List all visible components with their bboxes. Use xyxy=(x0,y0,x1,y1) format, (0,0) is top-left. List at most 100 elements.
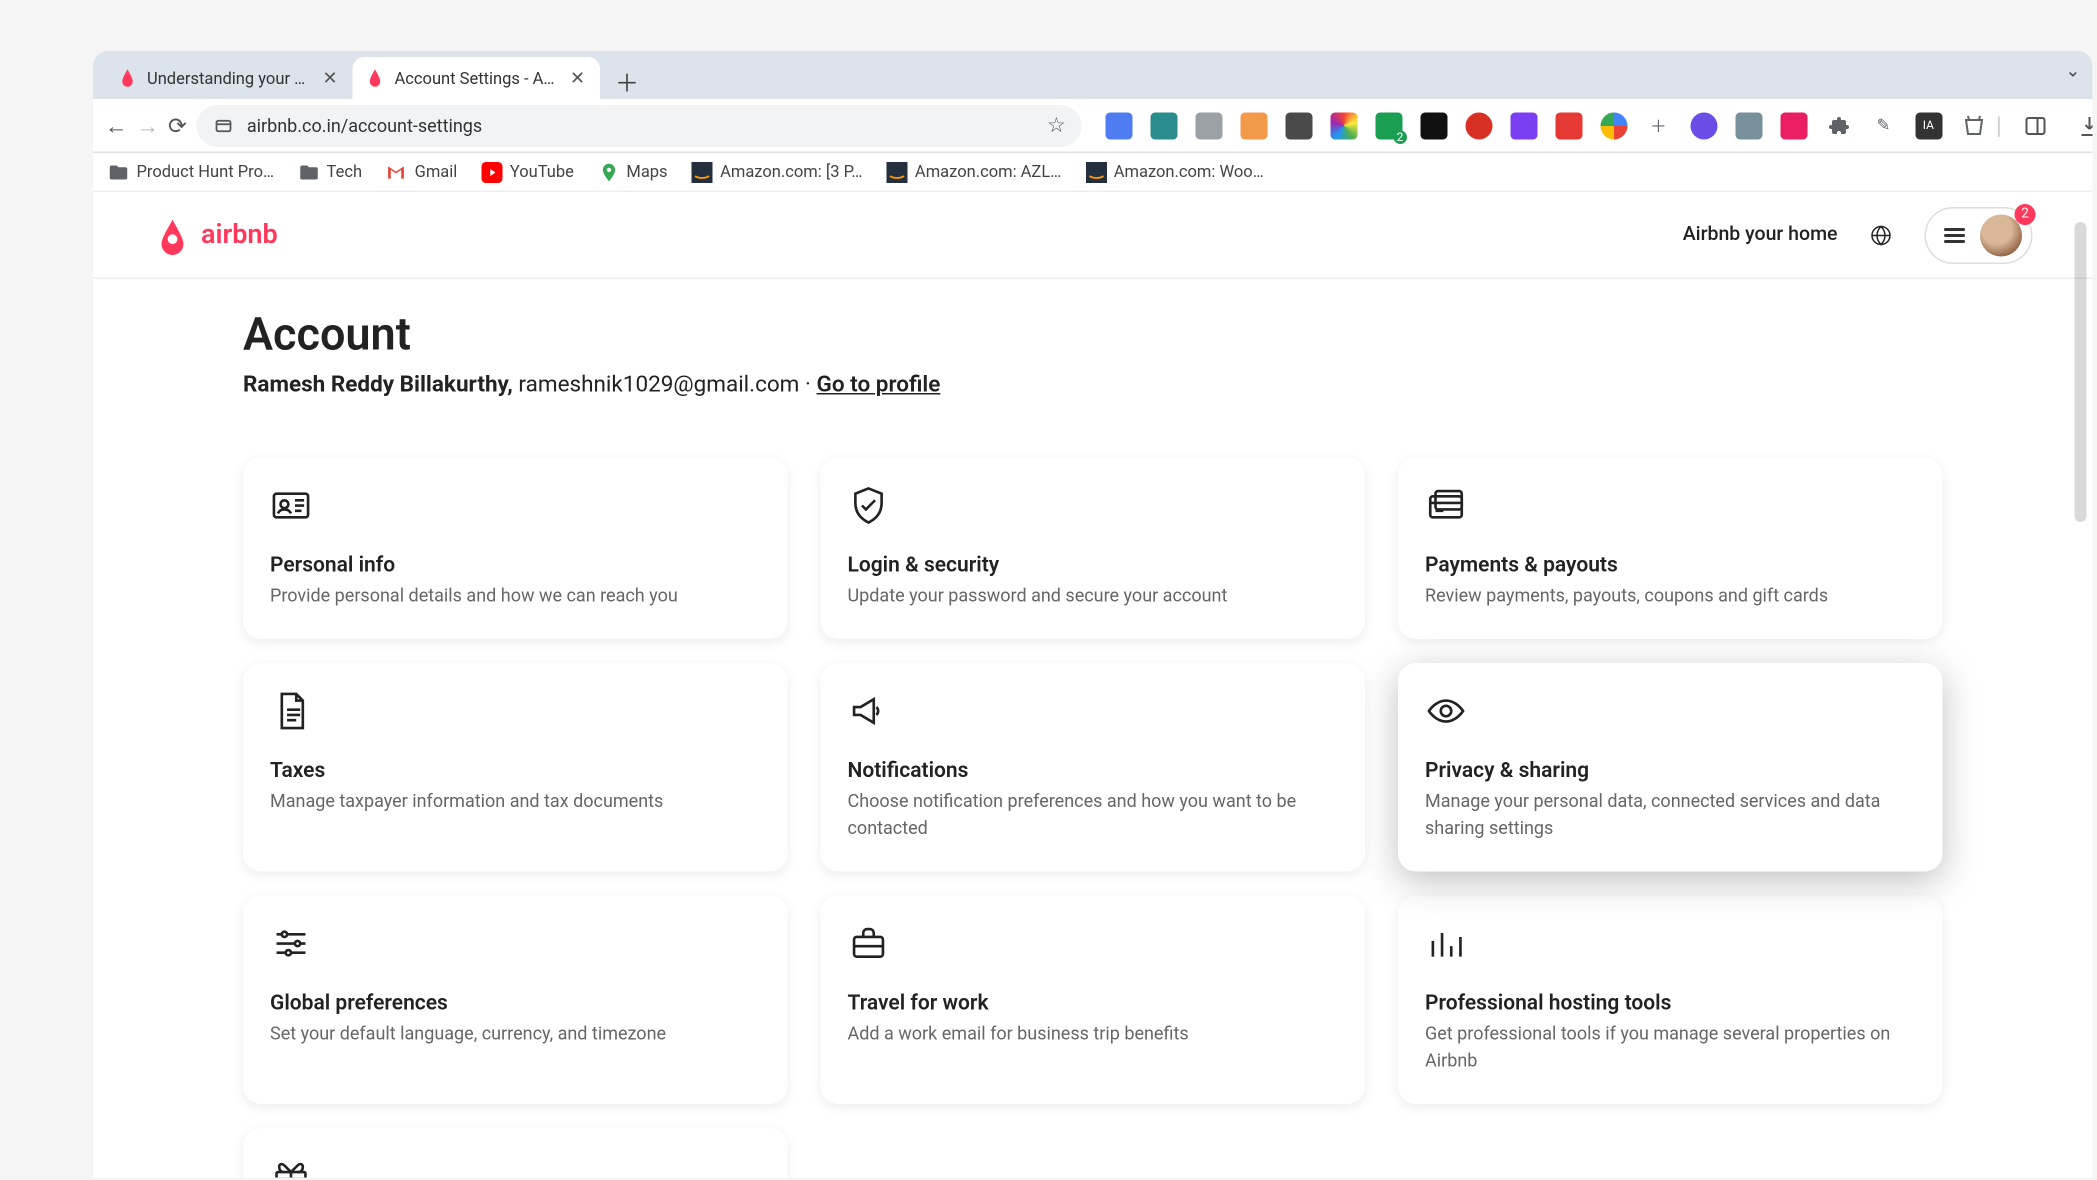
bookmark-folder[interactable]: Product Hunt Pro… xyxy=(108,161,274,182)
close-icon[interactable]: ✕ xyxy=(567,68,588,89)
extension-icon[interactable] xyxy=(1330,112,1357,139)
tab-account-settings[interactable]: Account Settings - Airbnb ✕ xyxy=(353,57,601,99)
bookmark-youtube[interactable]: YouTube xyxy=(481,161,574,182)
browser-toolbar: ← → ⟳ airbnb.co.in/account-settings ☆ xyxy=(93,99,2093,153)
extension-icon[interactable] xyxy=(1600,112,1627,139)
globe-icon[interactable] xyxy=(1859,212,1904,257)
reload-button[interactable]: ⟳ xyxy=(168,106,187,145)
host-home-link[interactable]: Airbnb your home xyxy=(1683,224,1838,247)
extension-icon[interactable] xyxy=(1150,112,1177,139)
shield-icon xyxy=(848,485,890,527)
bookmark-label: Amazon.com: Woo… xyxy=(1114,162,1264,182)
bookmark-amazon[interactable]: Amazon.com: [3 P… xyxy=(692,161,863,182)
extension-icon[interactable] xyxy=(1555,112,1582,139)
youtube-icon xyxy=(481,161,502,182)
card-desc: Add a work email for business trip benef… xyxy=(848,1022,1339,1048)
extension-icon[interactable]: IA xyxy=(1915,112,1942,139)
amazon-icon xyxy=(692,161,713,182)
bookmark-gmail[interactable]: Gmail xyxy=(386,161,457,182)
briefcase-icon xyxy=(848,923,890,965)
site-header: airbnb Airbnb your home 2 xyxy=(93,192,2093,279)
browser-window: Understanding your personal ✕ Account Se… xyxy=(93,51,2093,1178)
card-desc: Set your default language, currency, and… xyxy=(270,1022,761,1048)
card-title: Global preferences xyxy=(270,992,761,1016)
notification-badge: 2 xyxy=(2015,203,2036,224)
card-desc: Get professional tools if you manage sev… xyxy=(1425,1022,1916,1074)
back-button[interactable]: ← xyxy=(105,106,128,145)
card-global-preferences[interactable]: Global preferences Set your default lang… xyxy=(243,896,788,1104)
site-info-icon[interactable] xyxy=(211,113,235,137)
tab-understanding-personal[interactable]: Understanding your personal ✕ xyxy=(105,57,353,99)
bookmark-maps[interactable]: Maps xyxy=(598,161,668,182)
brand-text: airbnb xyxy=(201,219,278,251)
document-icon xyxy=(270,691,312,733)
scrollbar-thumb[interactable] xyxy=(2075,222,2087,522)
card-privacy-sharing[interactable]: Privacy & sharing Manage your personal d… xyxy=(1398,664,1943,872)
card-professional-hosting-tools[interactable]: Professional hosting tools Get professio… xyxy=(1398,896,1943,1104)
settings-cards-grid: Personal info Provide personal details a… xyxy=(243,458,1943,1178)
extension-icon[interactable]: ✎ xyxy=(1870,112,1897,139)
url-text: airbnb.co.in/account-settings xyxy=(247,115,1035,136)
card-title: Payments & payouts xyxy=(1425,554,1916,578)
extension-icon[interactable] xyxy=(1240,112,1267,139)
tab-title: Account Settings - Airbnb xyxy=(395,68,559,88)
card-title: Notifications xyxy=(848,760,1339,784)
address-bar[interactable]: airbnb.co.in/account-settings ☆ xyxy=(196,104,1081,146)
extension-icon[interactable] xyxy=(1105,112,1132,139)
extension-icon[interactable] xyxy=(1780,112,1807,139)
extension-icon[interactable] xyxy=(1510,112,1537,139)
downloads-icon[interactable] xyxy=(2071,106,2093,145)
extension-icon[interactable] xyxy=(1690,112,1717,139)
card-desc: Update your password and secure your acc… xyxy=(848,584,1339,610)
new-tab-button[interactable]: ＋ xyxy=(609,63,645,99)
bookmark-amazon[interactable]: Amazon.com: Woo… xyxy=(1085,161,1264,182)
airbnb-favicon xyxy=(117,68,138,89)
go-to-profile-link[interactable]: Go to profile xyxy=(817,371,941,398)
extension-icon[interactable] xyxy=(1195,112,1222,139)
extension-icon[interactable] xyxy=(1420,112,1447,139)
tabs-dropdown-icon[interactable]: ⌄ xyxy=(2065,60,2080,81)
extensions-puzzle-icon[interactable] xyxy=(1825,112,1852,139)
extension-icon[interactable] xyxy=(1960,112,1987,139)
extension-icon[interactable]: ＋ xyxy=(1645,112,1672,139)
extension-icon[interactable] xyxy=(1285,112,1312,139)
card-desc: Choose notification preferences and how … xyxy=(848,790,1339,842)
bookmark-label: Gmail xyxy=(415,162,458,182)
bookmark-label: YouTube xyxy=(510,162,574,182)
page-scrollbar[interactable] xyxy=(2075,192,2090,1178)
card-desc: Manage taxpayer information and tax docu… xyxy=(270,790,761,816)
card-title: Professional hosting tools xyxy=(1425,992,1916,1016)
card-travel-for-work[interactable]: Travel for work Add a work email for bus… xyxy=(821,896,1366,1104)
maps-icon xyxy=(598,161,619,182)
extension-icon[interactable] xyxy=(1735,112,1762,139)
megaphone-icon xyxy=(848,691,890,733)
card-title: Login & security xyxy=(848,554,1339,578)
sliders-icon xyxy=(270,923,312,965)
card-login-security[interactable]: Login & security Update your password an… xyxy=(821,458,1366,640)
forward-button[interactable]: → xyxy=(137,106,160,145)
extension-icon[interactable] xyxy=(1465,112,1492,139)
card-referral-credit[interactable]: Referral credit & coupons Your referral … xyxy=(243,1128,788,1178)
bookmark-amazon[interactable]: Amazon.com: AZL… xyxy=(886,161,1061,182)
folder-icon xyxy=(298,161,319,182)
card-taxes[interactable]: Taxes Manage taxpayer information and ta… xyxy=(243,664,788,872)
bookmark-folder[interactable]: Tech xyxy=(298,161,362,182)
extension-icon[interactable]: 2 xyxy=(1375,112,1402,139)
card-notifications[interactable]: Notifications Choose notification prefer… xyxy=(821,664,1366,872)
bookmark-star-icon[interactable]: ☆ xyxy=(1047,113,1066,137)
gift-icon xyxy=(270,1155,312,1178)
tab-title: Understanding your personal xyxy=(147,68,311,88)
airbnb-logo[interactable]: airbnb xyxy=(153,215,278,254)
folder-icon xyxy=(108,161,129,182)
side-panel-icon[interactable] xyxy=(2017,106,2056,145)
bookmark-label: Maps xyxy=(626,162,667,182)
eye-icon xyxy=(1425,691,1467,733)
card-personal-info[interactable]: Personal info Provide personal details a… xyxy=(243,458,788,640)
close-icon[interactable]: ✕ xyxy=(320,68,341,89)
chart-icon xyxy=(1425,923,1467,965)
tab-strip: Understanding your personal ✕ Account Se… xyxy=(93,51,2093,99)
user-menu-button[interactable]: 2 xyxy=(1925,206,2033,263)
bookmark-label: Amazon.com: AZL… xyxy=(915,162,1061,182)
payments-icon xyxy=(1425,485,1467,527)
card-payments-payouts[interactable]: Payments & payouts Review payments, payo… xyxy=(1398,458,1943,640)
